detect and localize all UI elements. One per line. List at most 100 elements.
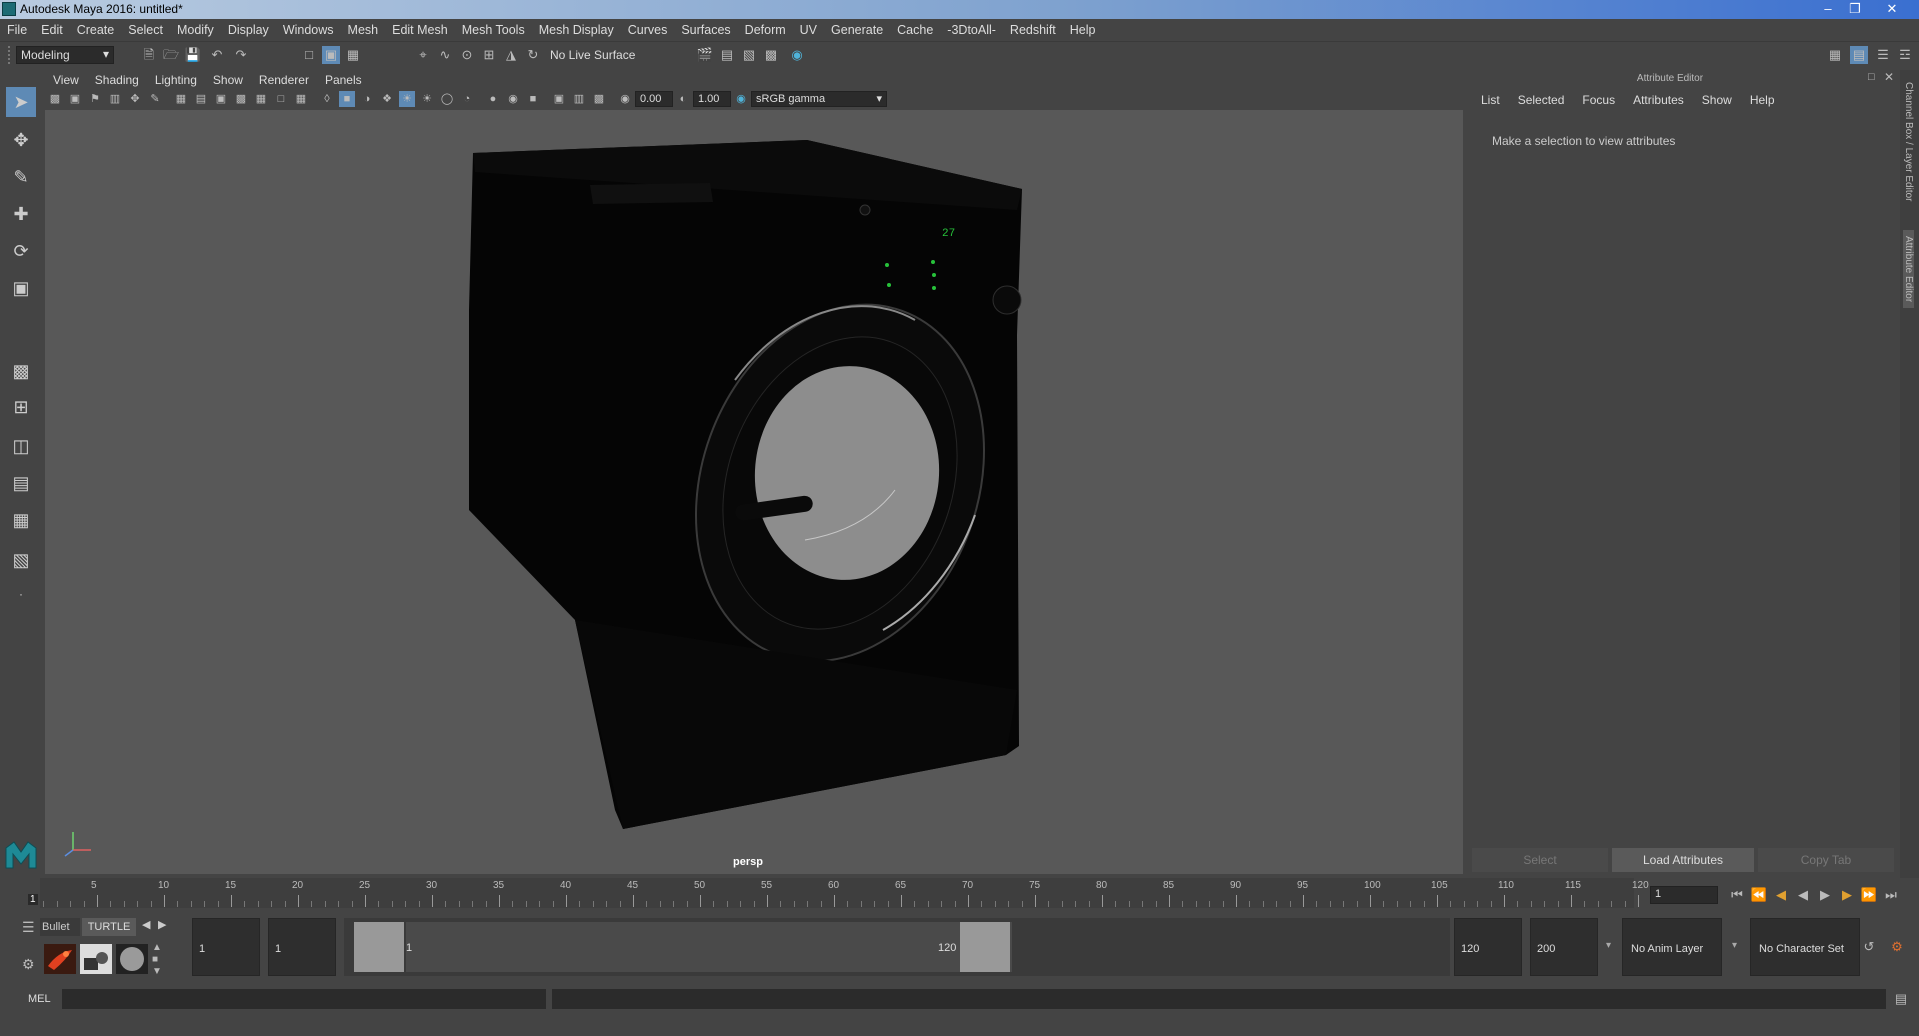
- render-view-icon[interactable]: 🎬: [696, 46, 714, 64]
- menu-mesh[interactable]: Mesh: [341, 23, 386, 37]
- exposure-icon[interactable]: ◉: [617, 91, 633, 107]
- menu-redshift[interactable]: Redshift: [1003, 23, 1063, 37]
- hypershade-layout-icon[interactable]: ▧: [6, 545, 36, 575]
- go-to-start-icon[interactable]: ⏮: [1728, 886, 1746, 904]
- go-to-end-icon[interactable]: ⏭: [1882, 886, 1900, 904]
- play-forward-icon[interactable]: ▶: [1816, 886, 1834, 904]
- select-hierarchy-icon[interactable]: □: [300, 46, 318, 64]
- close-panel-icon[interactable]: ✕: [1884, 70, 1894, 84]
- menu-curves[interactable]: Curves: [621, 23, 675, 37]
- more-layouts-icon[interactable]: ·: [6, 579, 36, 609]
- panel-menu-show[interactable]: Show: [205, 71, 251, 89]
- depth-of-field-icon[interactable]: ◉: [505, 91, 521, 107]
- attr-menu-help[interactable]: Help: [1741, 93, 1784, 107]
- script-editor-icon[interactable]: ▤: [1892, 990, 1910, 1008]
- animation-end-field[interactable]: 200: [1530, 918, 1598, 976]
- paint-select-tool-icon[interactable]: ✎: [6, 162, 36, 192]
- graph-layout-icon[interactable]: ▦: [6, 505, 36, 535]
- menu-select[interactable]: Select: [121, 23, 170, 37]
- two-view-layout-icon[interactable]: ◫: [6, 431, 36, 461]
- chevron-down-icon[interactable]: ▾: [1606, 940, 1611, 951]
- copy-tab-button[interactable]: Copy Tab: [1758, 848, 1894, 872]
- menu-surfaces[interactable]: Surfaces: [674, 23, 737, 37]
- chevron-down-icon[interactable]: ▾: [1732, 940, 1737, 951]
- film-gate-icon[interactable]: ▤: [193, 91, 209, 107]
- bookmark-icon[interactable]: ⚑: [87, 91, 103, 107]
- shadows-icon[interactable]: ☀: [419, 91, 435, 107]
- select-component-icon[interactable]: ▦: [344, 46, 362, 64]
- snap-view-icon[interactable]: ⊞: [480, 46, 498, 64]
- menu-file[interactable]: File: [0, 23, 34, 37]
- maximize-icon[interactable]: ❐: [1845, 1, 1865, 17]
- step-back-frame-icon[interactable]: ◀: [1772, 886, 1790, 904]
- snap-surface-icon[interactable]: ◮: [502, 46, 520, 64]
- attr-menu-show[interactable]: Show: [1693, 93, 1741, 107]
- play-backward-icon[interactable]: ◀: [1794, 886, 1812, 904]
- use-all-lights-icon[interactable]: ☀: [399, 91, 415, 107]
- camera-lock-icon[interactable]: ▣: [67, 91, 83, 107]
- rotate-tool-icon[interactable]: ⟳: [6, 236, 36, 266]
- gamma-icon[interactable]: ◐: [675, 91, 691, 107]
- camera-attributes-icon[interactable]: ▩: [47, 91, 63, 107]
- playback-end-field[interactable]: 120: [1454, 918, 1522, 976]
- menu-3dtoall[interactable]: -3DtoAll-: [940, 23, 1003, 37]
- color-management-icon[interactable]: ◉: [733, 91, 749, 107]
- two-d-pan-icon[interactable]: ✥: [127, 91, 143, 107]
- animation-start-field[interactable]: 1: [192, 918, 260, 976]
- channel-box-icon[interactable]: ☲: [1896, 46, 1914, 64]
- snap-grid-icon[interactable]: ⌖: [414, 46, 432, 64]
- safe-action-icon[interactable]: □: [273, 91, 289, 107]
- attr-menu-focus[interactable]: Focus: [1573, 93, 1624, 107]
- gamma-field[interactable]: 1.00: [693, 91, 731, 107]
- textured-icon[interactable]: ❖: [379, 91, 395, 107]
- snap-point-icon[interactable]: ⊙: [458, 46, 476, 64]
- menu-cache[interactable]: Cache: [890, 23, 940, 37]
- hypershade-icon[interactable]: ◉: [788, 46, 806, 64]
- panel-menu-shading[interactable]: Shading: [87, 71, 147, 89]
- modeling-toolkit-icon[interactable]: ▤: [1850, 46, 1868, 64]
- animation-preferences-icon[interactable]: ⚙: [1888, 938, 1906, 956]
- select-object-icon[interactable]: ▣: [322, 46, 340, 64]
- motion-blur-icon[interactable]: ◔: [459, 91, 475, 107]
- anim-layer-dropdown[interactable]: No Anim Layer: [1622, 918, 1722, 976]
- xray-joints-icon[interactable]: ▥: [571, 91, 587, 107]
- xray-icon[interactable]: ▣: [551, 91, 567, 107]
- step-forward-frame-icon[interactable]: ▶: [1838, 886, 1856, 904]
- menu-mesh-display[interactable]: Mesh Display: [532, 23, 621, 37]
- select-tool-icon[interactable]: ➤: [6, 87, 36, 117]
- snap-curve-icon[interactable]: ∿: [436, 46, 454, 64]
- tab-attribute-editor[interactable]: Attribute Editor: [1903, 230, 1914, 309]
- minimize-icon[interactable]: –: [1818, 1, 1838, 17]
- panel-menu-lighting[interactable]: Lighting: [147, 71, 205, 89]
- bullet-rigid-body-icon[interactable]: [44, 944, 76, 974]
- attr-menu-selected[interactable]: Selected: [1509, 93, 1574, 107]
- move-tool-icon[interactable]: ✚: [6, 199, 36, 229]
- command-input[interactable]: [62, 989, 546, 1009]
- undo-icon[interactable]: ↶: [208, 46, 226, 64]
- shelf-menu-icon[interactable]: ☰: [22, 919, 35, 936]
- tool-settings-icon[interactable]: ☰: [1874, 46, 1892, 64]
- playback-start-field[interactable]: 1: [268, 918, 336, 976]
- character-set-dropdown[interactable]: No Character Set: [1750, 918, 1860, 976]
- smooth-shade-icon[interactable]: ■: [339, 91, 355, 107]
- turtle-bake-icon[interactable]: [80, 944, 112, 974]
- menu-modify[interactable]: Modify: [170, 23, 221, 37]
- menu-help[interactable]: Help: [1063, 23, 1103, 37]
- gate-mask-icon[interactable]: ▩: [233, 91, 249, 107]
- status-line-handle[interactable]: [8, 46, 15, 64]
- shelf-scroll-icon[interactable]: ▲ ■ ▼: [152, 942, 162, 978]
- resolution-gate-icon[interactable]: ▣: [213, 91, 229, 107]
- menu-edit[interactable]: Edit: [34, 23, 70, 37]
- image-plane-icon[interactable]: ▥: [107, 91, 123, 107]
- shelf-tab-bullet[interactable]: Bullet: [40, 918, 80, 936]
- shelf-tab-turtle[interactable]: TURTLE: [82, 918, 136, 936]
- snap-live-icon[interactable]: ↻: [524, 46, 542, 64]
- menu-create[interactable]: Create: [70, 23, 122, 37]
- menuset-dropdown[interactable]: Modeling ▾: [16, 46, 114, 64]
- wireframe-on-shaded-icon[interactable]: ◑: [359, 91, 375, 107]
- float-panel-icon[interactable]: □: [1868, 71, 1875, 83]
- menu-deform[interactable]: Deform: [738, 23, 793, 37]
- live-surface-label[interactable]: No Live Surface: [550, 48, 635, 62]
- panel-menu-renderer[interactable]: Renderer: [251, 71, 317, 89]
- panel-menu-view[interactable]: View: [45, 71, 87, 89]
